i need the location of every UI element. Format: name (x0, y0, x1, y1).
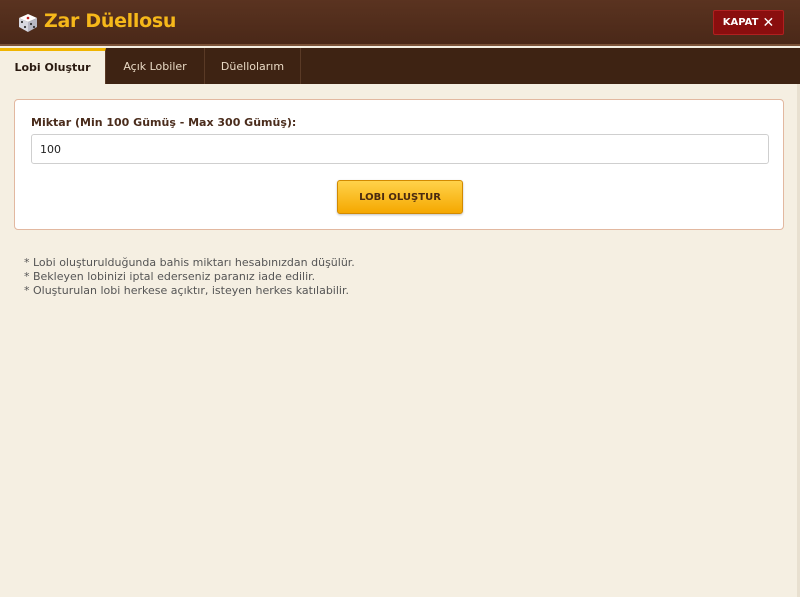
tab-my-duels[interactable]: Düellolarım (205, 48, 301, 84)
tab-bar: Lobi Oluştur Açık Lobiler Düellolarım (0, 48, 800, 84)
tab-open-lobbies[interactable]: Açık Lobiler (106, 48, 205, 84)
close-button[interactable]: KAPAT ✕ (713, 10, 784, 35)
note-item: * Bekleyen lobinizi iptal ederseniz para… (24, 270, 316, 283)
info-notes: * Lobi oluşturulduğunda bahis miktarı he… (24, 256, 355, 298)
note-item: * Lobi oluşturulduğunda bahis miktarı he… (24, 256, 355, 269)
amount-label: Miktar (Min 100 Gümüş - Max 300 Gümüş): (31, 116, 297, 129)
amount-input[interactable] (31, 134, 769, 164)
note-item: * Oluşturulan lobi herkese açıktır, iste… (24, 284, 349, 297)
tab-create-lobby[interactable]: Lobi Oluştur (0, 48, 106, 84)
close-button-label: KAPAT (722, 17, 759, 28)
close-icon: ✕ (762, 14, 775, 31)
app-header: Zar Düellosu KAPAT ✕ (0, 0, 800, 46)
dice-icon (19, 14, 37, 32)
create-lobby-panel: Miktar (Min 100 Gümüş - Max 300 Gümüş): … (14, 99, 784, 230)
app-title: Zar Düellosu (44, 10, 177, 32)
create-lobby-button[interactable]: LOBI OLUŞTUR (337, 180, 463, 214)
